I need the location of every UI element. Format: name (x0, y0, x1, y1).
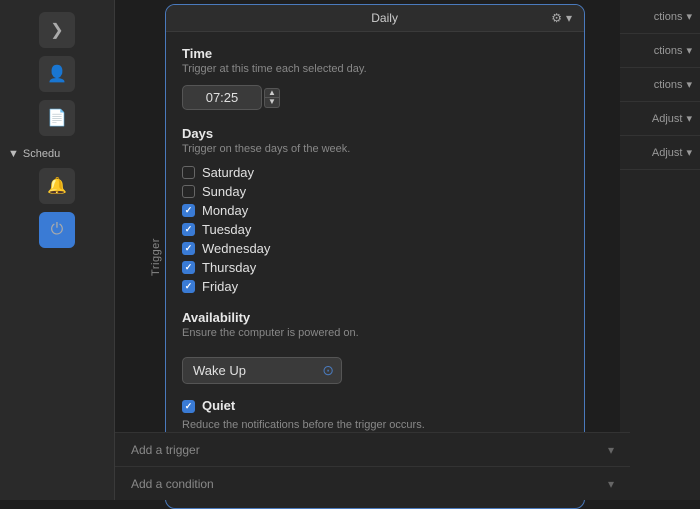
add-condition-label: Add a condition (131, 477, 214, 491)
right-item-2[interactable]: ctions ▾ (620, 34, 700, 68)
trigger-label: Trigger (150, 238, 162, 276)
add-trigger-arrow-icon: ▾ (608, 443, 614, 457)
wednesday-checkbox[interactable] (182, 242, 195, 255)
day-monday: Monday (182, 203, 568, 218)
day-friday: Friday (182, 279, 568, 294)
sidebar-section-arrow: ▼ (8, 148, 19, 160)
right-item-1-arrow: ▾ (686, 10, 692, 23)
days-section: Days Trigger on these days of the week. … (182, 126, 568, 294)
quiet-checkbox[interactable] (182, 400, 195, 413)
day-wednesday: Wednesday (182, 241, 568, 256)
right-item-5[interactable]: Adjust ▾ (620, 136, 700, 170)
availability-select[interactable]: Wake Up Do Nothing Power On (182, 357, 342, 384)
tuesday-checkbox[interactable] (182, 223, 195, 236)
right-item-2-arrow: ▾ (686, 44, 692, 57)
dialog-title: Daily (371, 11, 398, 25)
right-item-4-arrow: ▾ (686, 112, 692, 125)
days-section-subtitle: Trigger on these days of the week. (182, 143, 568, 155)
availability-title: Availability (182, 310, 568, 325)
time-stepper-down[interactable]: ▼ (264, 98, 280, 108)
quiet-header: Quiet (182, 398, 568, 415)
quiet-section: Quiet Reduce the notifications before th… (182, 398, 568, 431)
sidebar-icon-alarm[interactable]: 🔔 (39, 168, 75, 204)
sidebar-icon-user[interactable]: 👤 (39, 56, 75, 92)
add-trigger-label: Add a trigger (131, 443, 200, 457)
dialog-overlay: Trigger Daily ⚙ ▾ Time Trigger at this t… (120, 0, 630, 500)
sidebar: ❯ 👤 📄 ▼ Schedu 🔔 ⏻ (0, 0, 115, 500)
right-item-1[interactable]: ctions ▾ (620, 0, 700, 34)
sunday-checkbox[interactable] (182, 185, 195, 198)
monday-checkbox[interactable] (182, 204, 195, 217)
thursday-checkbox[interactable] (182, 261, 195, 274)
friday-checkbox[interactable] (182, 280, 195, 293)
time-section: Time Trigger at this time each selected … (182, 46, 568, 110)
sidebar-section-schedule: ▼ Schedu (0, 148, 114, 160)
right-item-5-arrow: ▾ (686, 146, 692, 159)
add-condition-arrow-icon: ▾ (608, 477, 614, 491)
header-chevron-icon: ▾ (566, 11, 572, 25)
gear-icon: ⚙ (551, 11, 562, 25)
wednesday-label: Wednesday (202, 241, 270, 256)
time-input-group: ▲ ▼ (182, 85, 568, 110)
day-saturday: Saturday (182, 165, 568, 180)
thursday-label: Thursday (202, 260, 256, 275)
monday-label: Monday (202, 203, 248, 218)
time-stepper: ▲ ▼ (264, 88, 280, 108)
right-item-3[interactable]: ctions ▾ (620, 68, 700, 102)
add-trigger-bar[interactable]: Add a trigger ▾ (115, 432, 630, 466)
tuesday-label: Tuesday (202, 222, 251, 237)
dialog-header: Daily ⚙ ▾ (166, 5, 584, 32)
right-item-3-arrow: ▾ (686, 78, 692, 91)
saturday-label: Saturday (202, 165, 254, 180)
availability-subtitle: Ensure the computer is powered on. (182, 327, 568, 339)
sunday-label: Sunday (202, 184, 246, 199)
dialog-body: Time Trigger at this time each selected … (166, 32, 584, 453)
time-input[interactable] (182, 85, 262, 110)
time-section-subtitle: Trigger at this time each selected day. (182, 63, 568, 75)
time-stepper-up[interactable]: ▲ (264, 88, 280, 98)
add-condition-bar[interactable]: Add a condition ▾ (115, 466, 630, 500)
sidebar-icon-doc[interactable]: 📄 (39, 100, 75, 136)
dialog-gear-group[interactable]: ⚙ ▾ (551, 11, 572, 25)
quiet-title: Quiet (202, 398, 235, 413)
day-thursday: Thursday (182, 260, 568, 275)
day-sunday: Sunday (182, 184, 568, 199)
bottom-bars: Add a trigger ▾ Add a condition ▾ (115, 432, 630, 500)
time-section-title: Time (182, 46, 568, 61)
sidebar-icon-terminal[interactable]: ❯ (39, 12, 75, 48)
friday-label: Friday (202, 279, 238, 294)
saturday-checkbox[interactable] (182, 166, 195, 179)
right-panel: ctions ▾ ctions ▾ ctions ▾ Adjust ▾ Adju… (620, 0, 700, 500)
quiet-subtitle: Reduce the notifications before the trig… (182, 419, 568, 431)
days-section-title: Days (182, 126, 568, 141)
availability-section: Availability Ensure the computer is powe… (182, 310, 568, 384)
availability-select-wrapper: Wake Up Do Nothing Power On ⊙ (182, 357, 342, 384)
right-item-4[interactable]: Adjust ▾ (620, 102, 700, 136)
sidebar-icon-power[interactable]: ⏻ (39, 212, 75, 248)
day-tuesday: Tuesday (182, 222, 568, 237)
